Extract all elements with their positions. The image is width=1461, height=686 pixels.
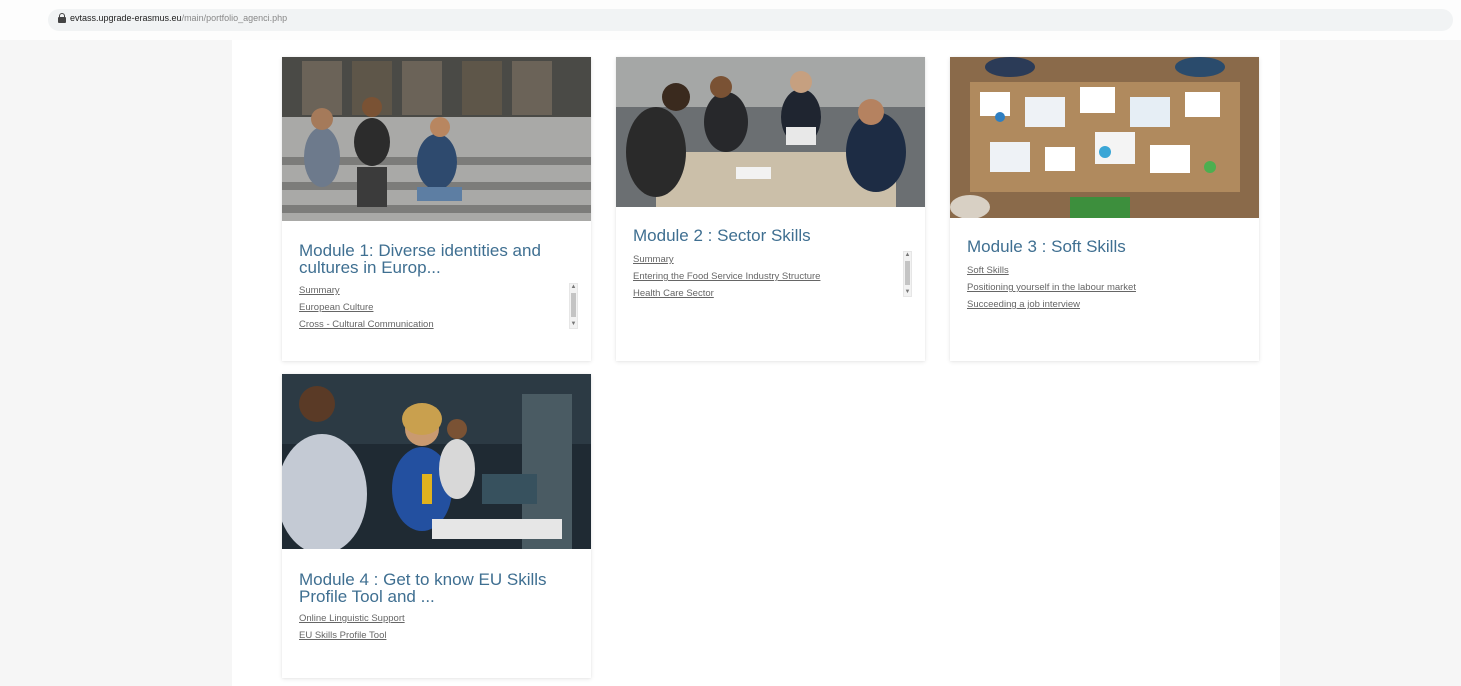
url-text[interactable]: evtass.upgrade-erasmus.eu/main/portfolio… xyxy=(70,13,287,23)
module-2-scrollbar[interactable]: ▲ ▼ xyxy=(903,251,912,297)
module-4-link-2[interactable]: EU Skills Profile Tool xyxy=(299,627,569,644)
module-3-link-2[interactable]: Positioning yourself in the labour marke… xyxy=(967,279,1237,296)
url-field[interactable]: evtass.upgrade-erasmus.eu/main/portfolio… xyxy=(48,9,1453,31)
module-card-3: Module 3 : Soft Skills Soft Skills Posit… xyxy=(950,57,1259,361)
module-2-link-2[interactable]: Entering the Food Service Industry Struc… xyxy=(633,268,903,285)
scrollbar-thumb[interactable] xyxy=(905,261,910,285)
module-2-link-1[interactable]: Summary xyxy=(633,251,903,268)
scroll-up-arrow-icon[interactable]: ▲ xyxy=(904,252,911,259)
module-1-scrollbar[interactable]: ▲ ▼ xyxy=(569,283,578,329)
page-content: Module 1: Diverse identities and culture… xyxy=(232,40,1280,686)
module-4-link-1[interactable]: Online Linguistic Support xyxy=(299,610,569,627)
scroll-down-arrow-icon[interactable]: ▼ xyxy=(904,289,911,296)
module-1-image[interactable] xyxy=(282,57,591,221)
module-3-link-1[interactable]: Soft Skills xyxy=(967,262,1237,279)
module-2-title[interactable]: Module 2 : Sector Skills xyxy=(633,227,911,244)
module-1-links: Summary European Culture Cross - Cultura… xyxy=(299,282,569,333)
scroll-down-arrow-icon[interactable]: ▼ xyxy=(570,321,577,328)
scroll-up-arrow-icon[interactable]: ▲ xyxy=(570,284,577,291)
module-4-links: Online Linguistic Support EU Skills Prof… xyxy=(299,610,569,644)
module-card-1: Module 1: Diverse identities and culture… xyxy=(282,57,591,361)
module-3-link-3[interactable]: Succeeding a job interview xyxy=(967,296,1237,313)
lock-icon[interactable] xyxy=(58,13,66,23)
module-4-title[interactable]: Module 4 : Get to know EU Skills Profile… xyxy=(299,571,577,605)
module-4-image[interactable] xyxy=(282,374,591,549)
module-3-links: Soft Skills Positioning yourself in the … xyxy=(967,262,1237,313)
module-2-image[interactable] xyxy=(616,57,925,207)
module-1-title[interactable]: Module 1: Diverse identities and culture… xyxy=(299,242,577,276)
module-card-2: Module 2 : Sector Skills Summary Enterin… xyxy=(616,57,925,361)
module-3-title[interactable]: Module 3 : Soft Skills xyxy=(967,238,1245,255)
module-1-link-3[interactable]: Cross - Cultural Communication xyxy=(299,316,569,333)
module-card-4: Module 4 : Get to know EU Skills Profile… xyxy=(282,374,591,678)
module-2-links: Summary Entering the Food Service Indust… xyxy=(633,251,903,302)
browser-address-bar: evtass.upgrade-erasmus.eu/main/portfolio… xyxy=(0,0,1461,40)
module-1-link-2[interactable]: European Culture xyxy=(299,299,569,316)
module-3-image[interactable] xyxy=(950,57,1259,218)
module-1-link-1[interactable]: Summary xyxy=(299,282,569,299)
scrollbar-thumb[interactable] xyxy=(571,293,576,317)
module-2-link-3[interactable]: Health Care Sector xyxy=(633,285,903,302)
